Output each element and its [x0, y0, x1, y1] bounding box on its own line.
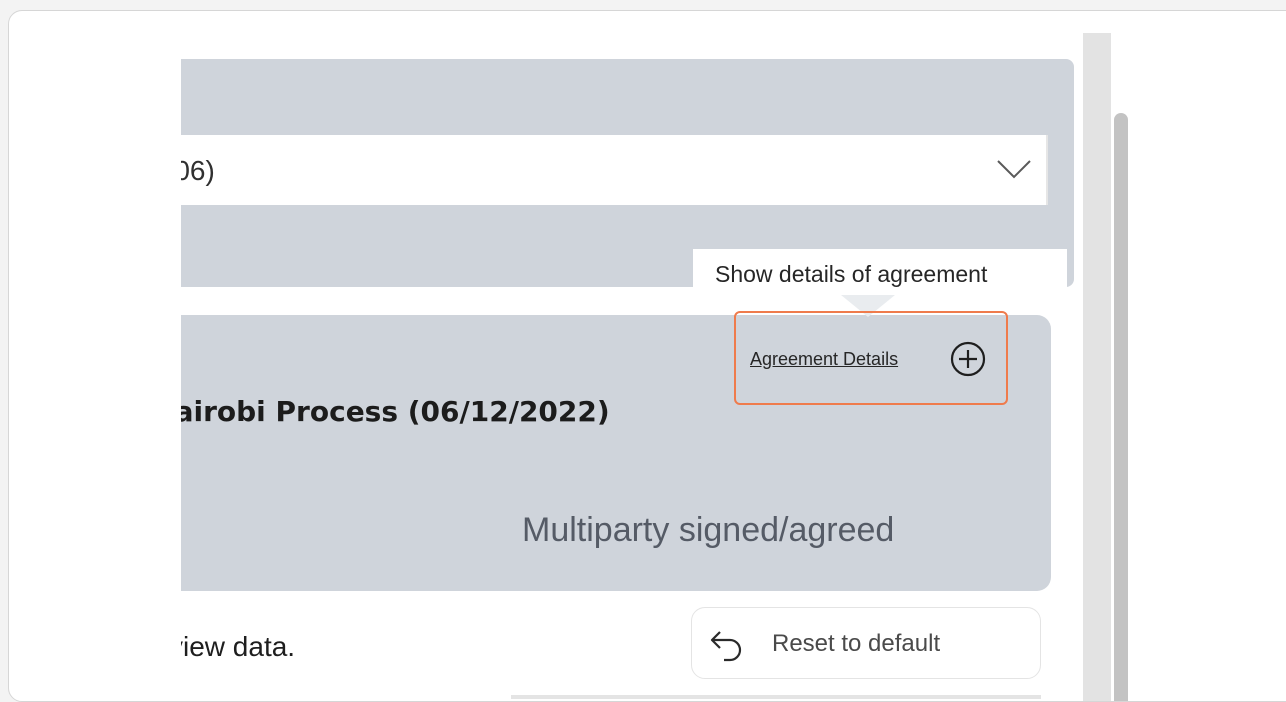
scrollbar-thumb[interactable] [1114, 113, 1128, 701]
reset-label: Reset to default [772, 630, 941, 657]
undo-arrow-icon [710, 631, 742, 662]
chevron-down-icon[interactable] [996, 159, 1032, 179]
agreement-details-link[interactable]: Agreement Details [750, 349, 898, 370]
agreement-dropdown[interactable]: -06) [181, 135, 1048, 205]
scrollbar-track[interactable] [1083, 33, 1111, 701]
reset-to-default-button[interactable]: Reset to default [691, 607, 1041, 679]
dropdown-selected-value: -06) [181, 155, 215, 186]
app-frame: -06) lairobi Process (06/12/2022) Multip… [8, 10, 1286, 702]
agreement-title: lairobi Process (06/12/2022) [181, 395, 610, 428]
agreement-details-button[interactable]: Agreement Details [734, 311, 1008, 405]
info-message: view data. [181, 631, 296, 662]
tooltip: Show details of agreement [693, 249, 1067, 297]
plus-circle-icon[interactable] [948, 339, 988, 379]
report-viewport: -06) lairobi Process (06/12/2022) Multip… [181, 23, 1074, 699]
agreement-status: Multiparty signed/agreed [522, 511, 895, 549]
tooltip-text: Show details of agreement [715, 261, 988, 287]
